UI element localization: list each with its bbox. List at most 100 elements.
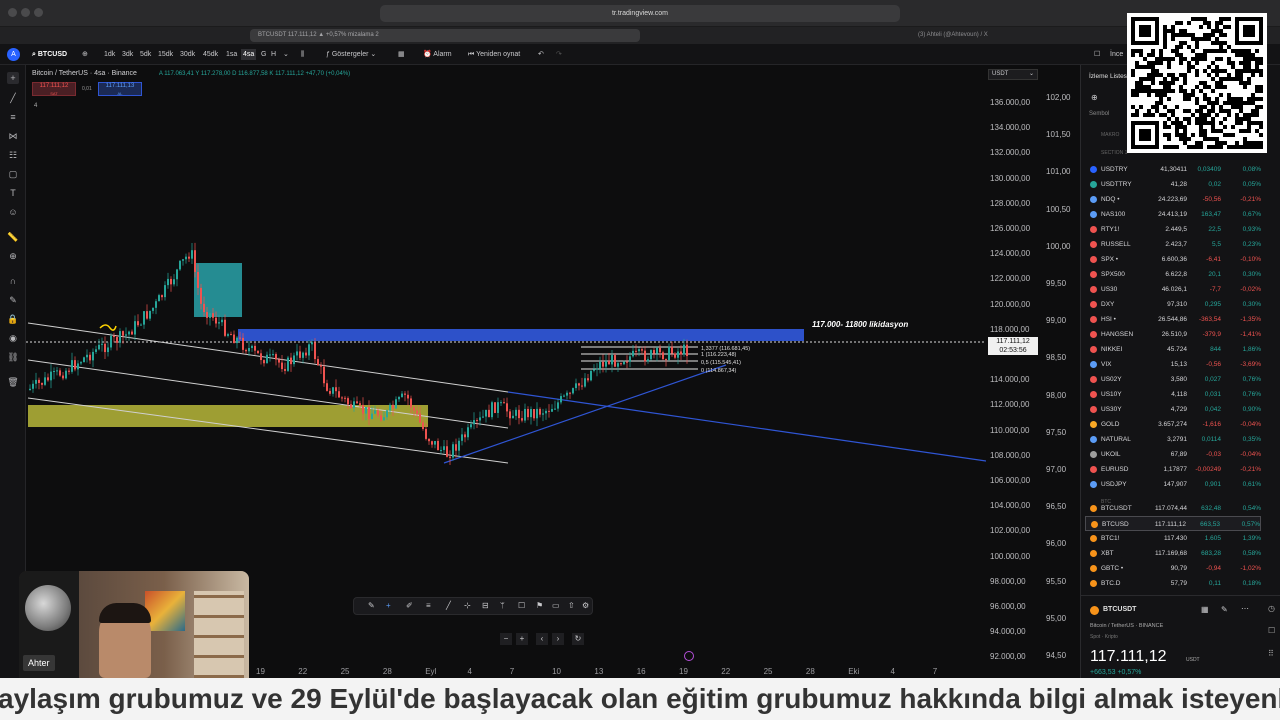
window-controls[interactable] [8, 8, 48, 18]
watchlist-row[interactable]: BTC.D 57,79 0,11 0,18% [1085, 576, 1261, 591]
fib-icon[interactable]: ≡ [7, 111, 19, 123]
interval-15dk[interactable]: 15dk [158, 49, 173, 60]
watchlist-row[interactable]: NDQ • 24.223,69 -50,56 -0,21% [1085, 192, 1261, 207]
browser-tab-active[interactable]: BTCUSDT 117.111,12 ▲ +0,57% mizalama 2 [250, 29, 640, 42]
watchlist-row[interactable]: BTC1! 117.430 1.605 1,39% [1085, 531, 1261, 546]
forecast-icon[interactable]: ☷ [7, 149, 19, 161]
layout-icon[interactable]: ▦ [398, 49, 405, 60]
watchlist-row[interactable]: US02Y 3,580 0,027 0,76% [1085, 372, 1261, 387]
more-icon[interactable]: ⋯ [1241, 604, 1249, 613]
watchlist-row[interactable]: VIX 15,13 -0,56 -3,69% [1085, 357, 1261, 372]
emoji-icon[interactable]: ☺ [7, 206, 19, 218]
currency-selector[interactable]: USDT ⌄ [988, 69, 1038, 80]
interval-5dk[interactable]: 5dk [140, 49, 151, 60]
watchlist-row[interactable]: DXY 97,310 0,295 0,30% [1085, 297, 1261, 312]
watchlist-row[interactable]: RUSSELL 2.423,7 5,5 0,23% [1085, 237, 1261, 252]
measure-icon[interactable]: ⊟ [482, 601, 489, 610]
pattern-icon[interactable]: ⋈ [7, 130, 19, 142]
address-bar[interactable]: tr.tradingview.com [380, 5, 900, 22]
magnet-icon[interactable]: ∩ [7, 275, 19, 287]
detail-symbol[interactable]: BTCUSDT [1103, 606, 1136, 613]
watchlist-title[interactable]: İzleme Listesi [1089, 73, 1128, 80]
hline-icon[interactable]: ⊹ [464, 601, 471, 610]
alarm-button[interactable]: ⏰ Alarm [423, 49, 452, 60]
crosshair-icon[interactable]: + [7, 72, 19, 84]
watchlist-row[interactable]: HANGSEN 26.510,9 -379,9 -1,41% [1085, 327, 1261, 342]
interval-h[interactable]: H [271, 49, 276, 60]
reset-icon[interactable]: ↻ [572, 633, 584, 645]
pen-lock-icon[interactable]: ✎ [7, 294, 19, 306]
scroll-left-icon[interactable]: ‹ [536, 633, 548, 645]
chart-title[interactable]: Bitcoin / TetherUS · 4sa · Binance [32, 70, 137, 77]
watchlist-row[interactable]: GBTC • 90,79 -0,94 -1,02% [1085, 561, 1261, 576]
sell-button[interactable]: 117.111,12 SAT [32, 82, 76, 96]
price-axis[interactable]: USDT ⌄ 136.000,00 134.000,00 132.000,00 130.… [986, 65, 1080, 678]
clock-icon[interactable]: ◷ [1268, 604, 1275, 613]
interval-1dk[interactable]: 1dk [104, 49, 115, 60]
indicators-button[interactable]: ƒ Göstergeler ⌄ [326, 49, 376, 60]
watchlist-row[interactable]: US30Y 4,729 0,042 0,90% [1085, 402, 1261, 417]
trendline-icon[interactable]: ╱ [7, 92, 19, 104]
redo-icon[interactable]: ↷ [556, 49, 562, 60]
watchlist-row[interactable]: BTCUSD 117.111,12 663,53 0,57% [1085, 516, 1261, 531]
watchlist-row[interactable]: NIKKEI 45.724 844 1,86% [1085, 342, 1261, 357]
watchlist-row[interactable]: SPX • 6.600,36 -6,41 -0,10% [1085, 252, 1261, 267]
arrow-up-icon[interactable]: ⇧ [568, 601, 575, 610]
watchlist-row[interactable]: NAS100 24.413,19 163,47 0,67% [1085, 207, 1261, 222]
interval-1sa[interactable]: 1sa [226, 49, 237, 60]
buy-button[interactable]: 117.111,13 AL [98, 82, 142, 96]
watchlist-row[interactable]: BTCUSDT 117.074,44 632,48 0,54% [1085, 501, 1261, 516]
shapes-icon[interactable]: ▢ [7, 168, 19, 180]
undo-icon[interactable]: ↶ [538, 49, 544, 60]
watchlist-row[interactable]: RTY1! 2.449,5 22,5 0,93% [1085, 222, 1261, 237]
apps-icon[interactable]: ⠿ [1268, 649, 1274, 658]
watchlist-row[interactable]: XBT 117.169,68 683,28 0,58% [1085, 546, 1261, 561]
pitchfork-icon[interactable]: ᛘ [500, 601, 505, 610]
edit-icon[interactable]: ✎ [1221, 605, 1228, 614]
watchlist-row[interactable]: USDTRY 41,30411 0,03409 0,08% [1085, 162, 1261, 177]
interval-3dk[interactable]: 3dk [122, 49, 133, 60]
comment-icon[interactable]: ☐ [518, 601, 525, 610]
settings-icon[interactable]: ⚙ [582, 601, 589, 610]
watchlist-row[interactable]: US10Y 4,118 0,031 0,76% [1085, 387, 1261, 402]
grid-icon[interactable]: ▦ [1201, 605, 1209, 614]
link-icon[interactable]: ⛓ [7, 351, 19, 363]
section-makro[interactable]: MAKRO [1101, 132, 1119, 138]
watchlist-row[interactable]: EURUSD 1,17877 -0,00249 -0,21% [1085, 462, 1261, 477]
scroll-right-icon[interactable]: › [552, 633, 564, 645]
chevron-down-icon[interactable]: ⌄ [283, 49, 289, 60]
watchlist-row[interactable]: HSI • 26.544,86 -363,54 -1,35% [1085, 312, 1261, 327]
trash-icon[interactable]: 🗑 [7, 376, 19, 388]
watchlist-row[interactable]: USDTTRY 41,28 0,02 0,05% [1085, 177, 1261, 192]
toolbar-right-label[interactable]: İnce [1110, 49, 1123, 60]
cross-icon[interactable]: + [386, 601, 391, 610]
symbol-search-button[interactable]: ⌕ BTCUSD [32, 49, 67, 60]
zoom-out-icon[interactable]: − [500, 633, 512, 645]
add-symbol-icon[interactable]: ⊕ [82, 49, 88, 60]
eye-icon[interactable]: ◉ [7, 332, 19, 344]
user-avatar[interactable]: A [7, 48, 20, 61]
zoom-in-icon[interactable]: + [516, 633, 528, 645]
chat-icon[interactable]: ☐ [1268, 626, 1275, 635]
fullscreen-icon[interactable]: ☐ [1094, 49, 1100, 60]
text-icon[interactable]: T [7, 187, 19, 199]
trend-line-down[interactable] [507, 391, 986, 462]
interval-4sa[interactable]: 4sa [241, 49, 257, 60]
flag-icon[interactable]: ⚑ [536, 601, 543, 610]
layers-count[interactable]: 4 [34, 103, 37, 109]
watchlist-row[interactable]: US30 46.026,1 -7,7 -0,02% [1085, 282, 1261, 297]
ray-icon[interactable]: ╱ [446, 601, 451, 610]
watchlist-row[interactable]: USDJPY 147,907 0,901 0,61% [1085, 477, 1261, 492]
interval-30dk[interactable]: 30dk [180, 49, 195, 60]
liquidation-zone[interactable] [238, 329, 804, 341]
lock-icon[interactable]: 🔒 [7, 313, 19, 325]
ruler-icon[interactable]: 📏 [7, 231, 19, 243]
interval-45dk[interactable]: 45dk [203, 49, 218, 60]
interval-g[interactable]: G [261, 49, 266, 60]
lines-icon[interactable]: ≡ [426, 601, 431, 610]
candles-icon[interactable]: ⫼ [301, 49, 304, 60]
watchlist-row[interactable]: GOLD 3.657,274 -1,616 -0,04% [1085, 417, 1261, 432]
add-icon[interactable]: ⊕ [1091, 93, 1098, 102]
rect-icon[interactable]: ▭ [552, 601, 560, 610]
watchlist-row[interactable]: NATURAL 3,2791 0,0114 0,35% [1085, 432, 1261, 447]
